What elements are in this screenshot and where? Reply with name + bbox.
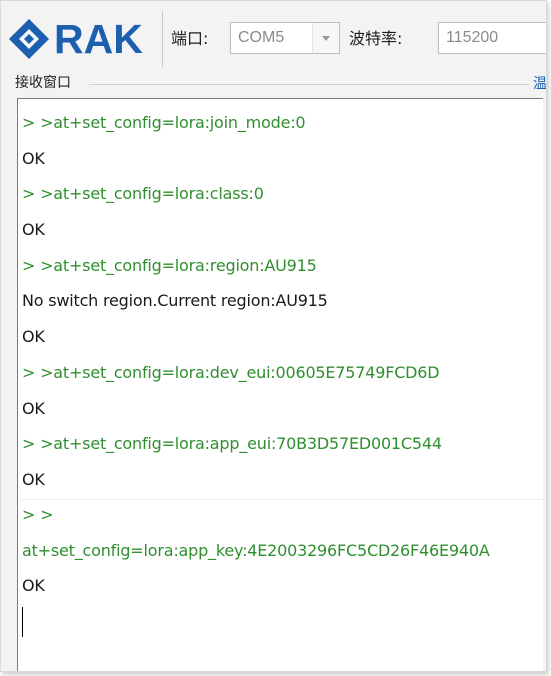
- log-line-command: > >at+set_config=lora:class:0: [22, 184, 264, 203]
- rak-logo: RAK: [7, 16, 143, 62]
- baud-rate-select[interactable]: 115200: [438, 22, 546, 54]
- log-line-command: > >at+set_config=lora:app_eui:70B3D57ED0…: [22, 434, 442, 453]
- serial-tool-window: RAK 端口: COM5 波特率: 115200 接收窗口 温 > >at+se…: [0, 0, 547, 672]
- port-label: 端口:: [171, 29, 209, 48]
- log-line-command: > >: [22, 505, 54, 524]
- log-line-response: OK: [22, 576, 45, 595]
- toolbar-divider: [162, 11, 163, 67]
- log-line-response: OK: [22, 470, 45, 489]
- log-line-response: OK: [22, 149, 45, 168]
- group-box-border: [89, 84, 529, 85]
- line-separator: [20, 499, 542, 500]
- log-line-command: > >at+set_config=lora:dev_eui:00605E7574…: [22, 363, 440, 382]
- log-line-response: OK: [22, 327, 45, 346]
- log-line-response: No switch region.Current region:AU915: [22, 291, 328, 310]
- receive-text-area[interactable]: > >at+set_config=lora:join_mode:0 OK > >…: [17, 98, 543, 671]
- log-line-command: at+set_config=lora:app_key:4E2003296FC5C…: [22, 541, 490, 560]
- log-line-response: OK: [22, 220, 45, 239]
- receive-window-title: 接收窗口: [15, 74, 73, 92]
- log-line-response: OK: [22, 399, 45, 418]
- text-cursor: [22, 607, 23, 637]
- toolbar: RAK 端口: COM5 波特率: 115200: [1, 1, 546, 73]
- log-line-command: > >at+set_config=lora:join_mode:0: [22, 113, 306, 132]
- logo-text: RAK: [54, 16, 143, 62]
- port-select[interactable]: COM5: [230, 22, 340, 54]
- port-value: COM5: [238, 29, 285, 46]
- baud-rate-label: 波特率:: [349, 29, 403, 48]
- truncated-label: 温: [533, 76, 546, 92]
- rak-diamond-icon: [9, 19, 49, 59]
- baud-rate-value: 115200: [446, 29, 499, 46]
- log-line-command: > >at+set_config=lora:region:AU915: [22, 256, 317, 275]
- port-dropdown-arrow-icon[interactable]: [312, 23, 339, 53]
